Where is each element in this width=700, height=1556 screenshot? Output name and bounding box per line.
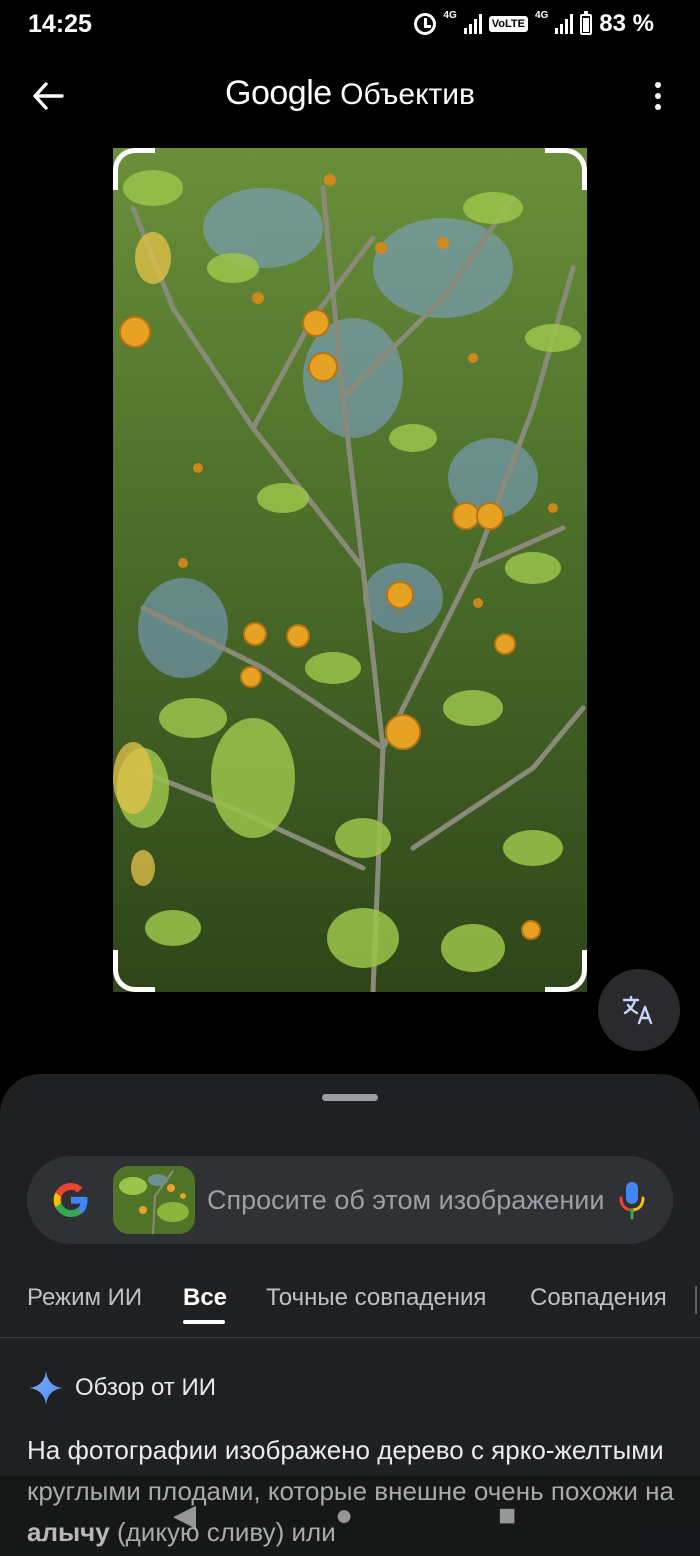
image-thumbnail	[113, 1166, 195, 1234]
network-label-2: 4G	[534, 10, 549, 21]
nav-back-button[interactable]: ◀	[173, 1496, 196, 1536]
thumbnail-canvas	[113, 1166, 195, 1234]
product-name: Объектив	[340, 78, 475, 111]
search-input[interactable]	[207, 1156, 607, 1244]
nav-recents-button[interactable]: ■	[498, 1496, 516, 1536]
nav-home-button[interactable]: ●	[335, 1496, 353, 1536]
tab-ai-mode[interactable]: Режим ИИ	[27, 1284, 142, 1312]
more-options-button[interactable]	[644, 72, 672, 120]
drag-handle[interactable]	[322, 1094, 378, 1101]
sparkle-icon	[29, 1371, 63, 1405]
more-dot-icon	[655, 93, 661, 99]
network-label-1: 4G	[443, 10, 457, 21]
crop-corner-bottom-left[interactable]	[113, 950, 155, 992]
more-dot-icon	[655, 104, 661, 110]
crop-corner-top-right[interactable]	[545, 148, 587, 190]
translate-button[interactable]	[598, 969, 680, 1051]
tab-all[interactable]: Все	[183, 1284, 227, 1312]
system-nav-bar: ◀ ● ■	[0, 1476, 700, 1556]
search-bar[interactable]	[27, 1156, 673, 1244]
battery-icon	[580, 10, 593, 35]
crop-corner-top-left[interactable]	[113, 148, 155, 190]
signal-icon-2	[555, 14, 574, 34]
tab-overflow-divider	[695, 1286, 697, 1314]
translate-icon	[622, 995, 653, 1025]
ai-overview-title: Обзор от ИИ	[75, 1374, 216, 1401]
alarm-icon	[414, 13, 437, 35]
tab-exact-matches[interactable]: Точные совпадения	[266, 1284, 486, 1312]
photo-canvas	[113, 148, 587, 992]
app-title: Google Объектив	[0, 74, 700, 113]
battery-level: 83 %	[599, 10, 654, 37]
microphone-icon[interactable]	[617, 1180, 647, 1220]
active-tab-indicator	[183, 1320, 225, 1324]
tab-matches[interactable]: Совпадения	[530, 1284, 667, 1312]
google-logo-text: Google	[225, 74, 332, 112]
selected-photo[interactable]	[113, 148, 587, 992]
ai-overview-header: Обзор от ИИ	[28, 1370, 216, 1406]
google-g-icon	[53, 1183, 88, 1217]
status-bar: 14:25 4G VoLTE 4G 83 %	[0, 0, 700, 50]
status-icons: 4G VoLTE 4G 83 %	[414, 10, 654, 38]
status-time: 14:25	[28, 10, 92, 38]
more-dot-icon	[655, 82, 661, 88]
result-tabs: Режим ИИ Все Точные совпадения Совпадени…	[0, 1274, 700, 1338]
volte-badge: VoLTE	[488, 16, 528, 32]
signal-icon	[463, 14, 482, 34]
